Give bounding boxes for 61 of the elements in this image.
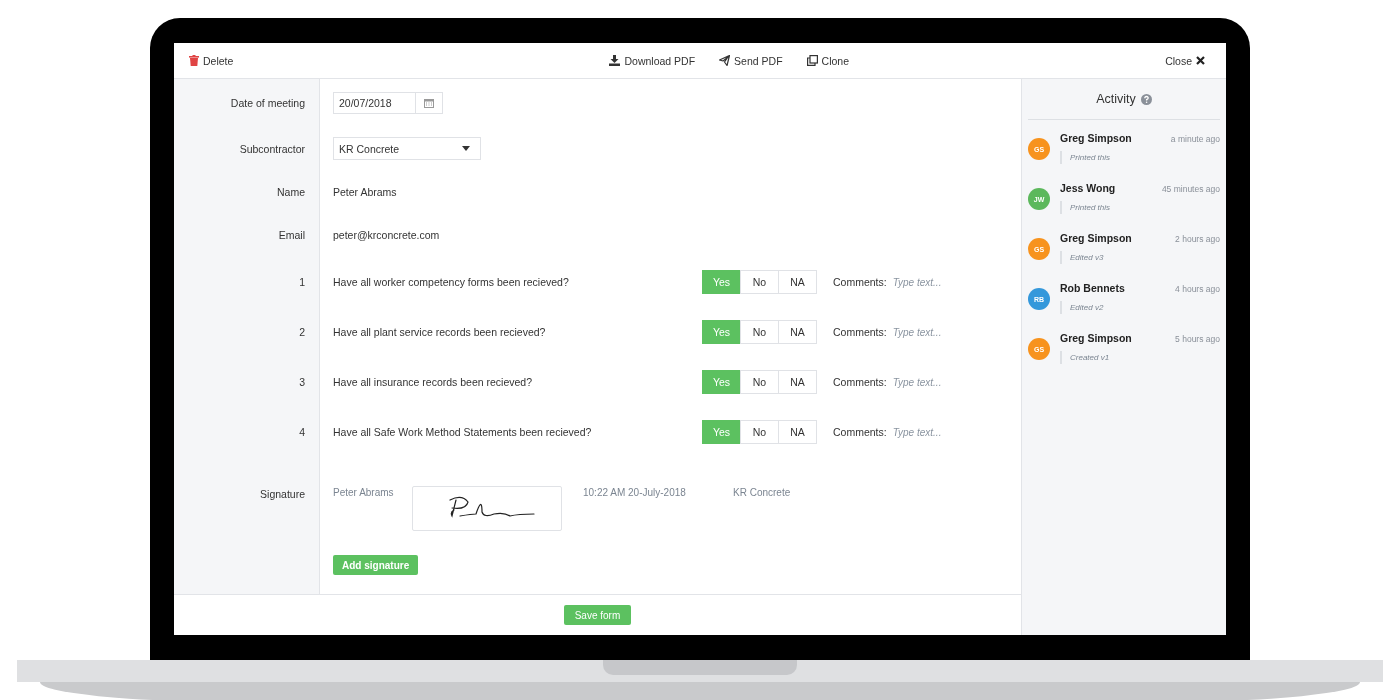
answer-option[interactable]: No [740, 320, 779, 344]
activity-title: Activity [1096, 92, 1136, 106]
subcontractor-dropdown[interactable]: KR Concrete [333, 137, 481, 160]
question-text: Have all plant service records been recieved? [333, 326, 547, 338]
user-name: Rob Bennets [1060, 282, 1125, 294]
user-name: Greg Simpson [1060, 132, 1132, 144]
calendar-icon [424, 97, 434, 108]
question-text: Have all worker competency forms been recieved? [333, 276, 570, 288]
comments-label: Comments: [833, 326, 887, 338]
question-text: Have all insurance records been recieved? [333, 376, 534, 388]
answer-option[interactable]: NA [778, 370, 817, 394]
user-name: Greg Simpson [1060, 232, 1132, 244]
download-button[interactable]: Download PDF [608, 52, 697, 69]
signature-company: KR Concrete [733, 487, 791, 498]
user-name: Greg Simpson [1060, 332, 1132, 344]
activity-note: Created v1 [1060, 351, 1110, 364]
field-label: Date of meeting [230, 96, 305, 109]
activity-time: a minute ago [1170, 134, 1220, 144]
user-name: Jess Wong [1060, 182, 1116, 194]
answer-option[interactable]: No [740, 370, 779, 394]
answer-option[interactable]: NA [778, 270, 817, 294]
trash-icon [189, 55, 199, 66]
close-button[interactable]: Close [1164, 52, 1206, 69]
answer-option[interactable]: NA [778, 420, 817, 444]
activity-note: Printed this [1060, 151, 1111, 164]
download-icon [609, 55, 621, 66]
caret-icon [462, 146, 470, 151]
paper-plane-icon [719, 55, 731, 66]
answer-option[interactable]: NA [778, 320, 817, 344]
field-label: Signature [260, 488, 305, 500]
activity-note: Printed this [1060, 201, 1111, 214]
comments-label: Comments: [833, 376, 887, 388]
question-number: 3 [299, 376, 305, 388]
clone-icon [806, 55, 818, 66]
activity-time: 4 hours ago [1175, 284, 1220, 294]
date-field[interactable]: 20/07/2018 [333, 91, 443, 114]
answer-option[interactable]: No [740, 270, 779, 294]
help-icon [1140, 93, 1152, 105]
question-number: 4 [299, 426, 305, 438]
activity-note: Edited v2 [1060, 301, 1104, 314]
answer-option[interactable]: No [740, 420, 779, 444]
field-label: Email [278, 228, 305, 241]
activity-time: 45 minutes ago [1161, 184, 1220, 194]
question-text: Have all Safe Work Method Statements been recieved? [333, 426, 593, 438]
question-number: 1 [299, 276, 305, 288]
field-label: Name [277, 185, 305, 198]
close-icon [1196, 56, 1205, 65]
field-value: peter@krconcrete.com [333, 228, 440, 241]
comments-label: Comments: [833, 426, 887, 438]
field-label: Subcontractor [239, 142, 305, 155]
delete-button[interactable]: Delete [188, 52, 235, 69]
send-button[interactable]: Send PDF [718, 52, 784, 69]
comments-label: Comments: [833, 276, 887, 288]
signature-timestamp: 10:22 AM 20-July-2018 [583, 487, 687, 498]
field-value: Peter Abrams [333, 185, 397, 198]
question-number: 2 [299, 326, 305, 338]
activity-note: Edited v3 [1060, 251, 1104, 264]
activity-time: 5 hours ago [1175, 334, 1220, 344]
activity-time: 2 hours ago [1175, 234, 1220, 244]
signer-name: Peter Abrams [333, 487, 395, 498]
clone-button[interactable]: Clone [805, 52, 850, 69]
